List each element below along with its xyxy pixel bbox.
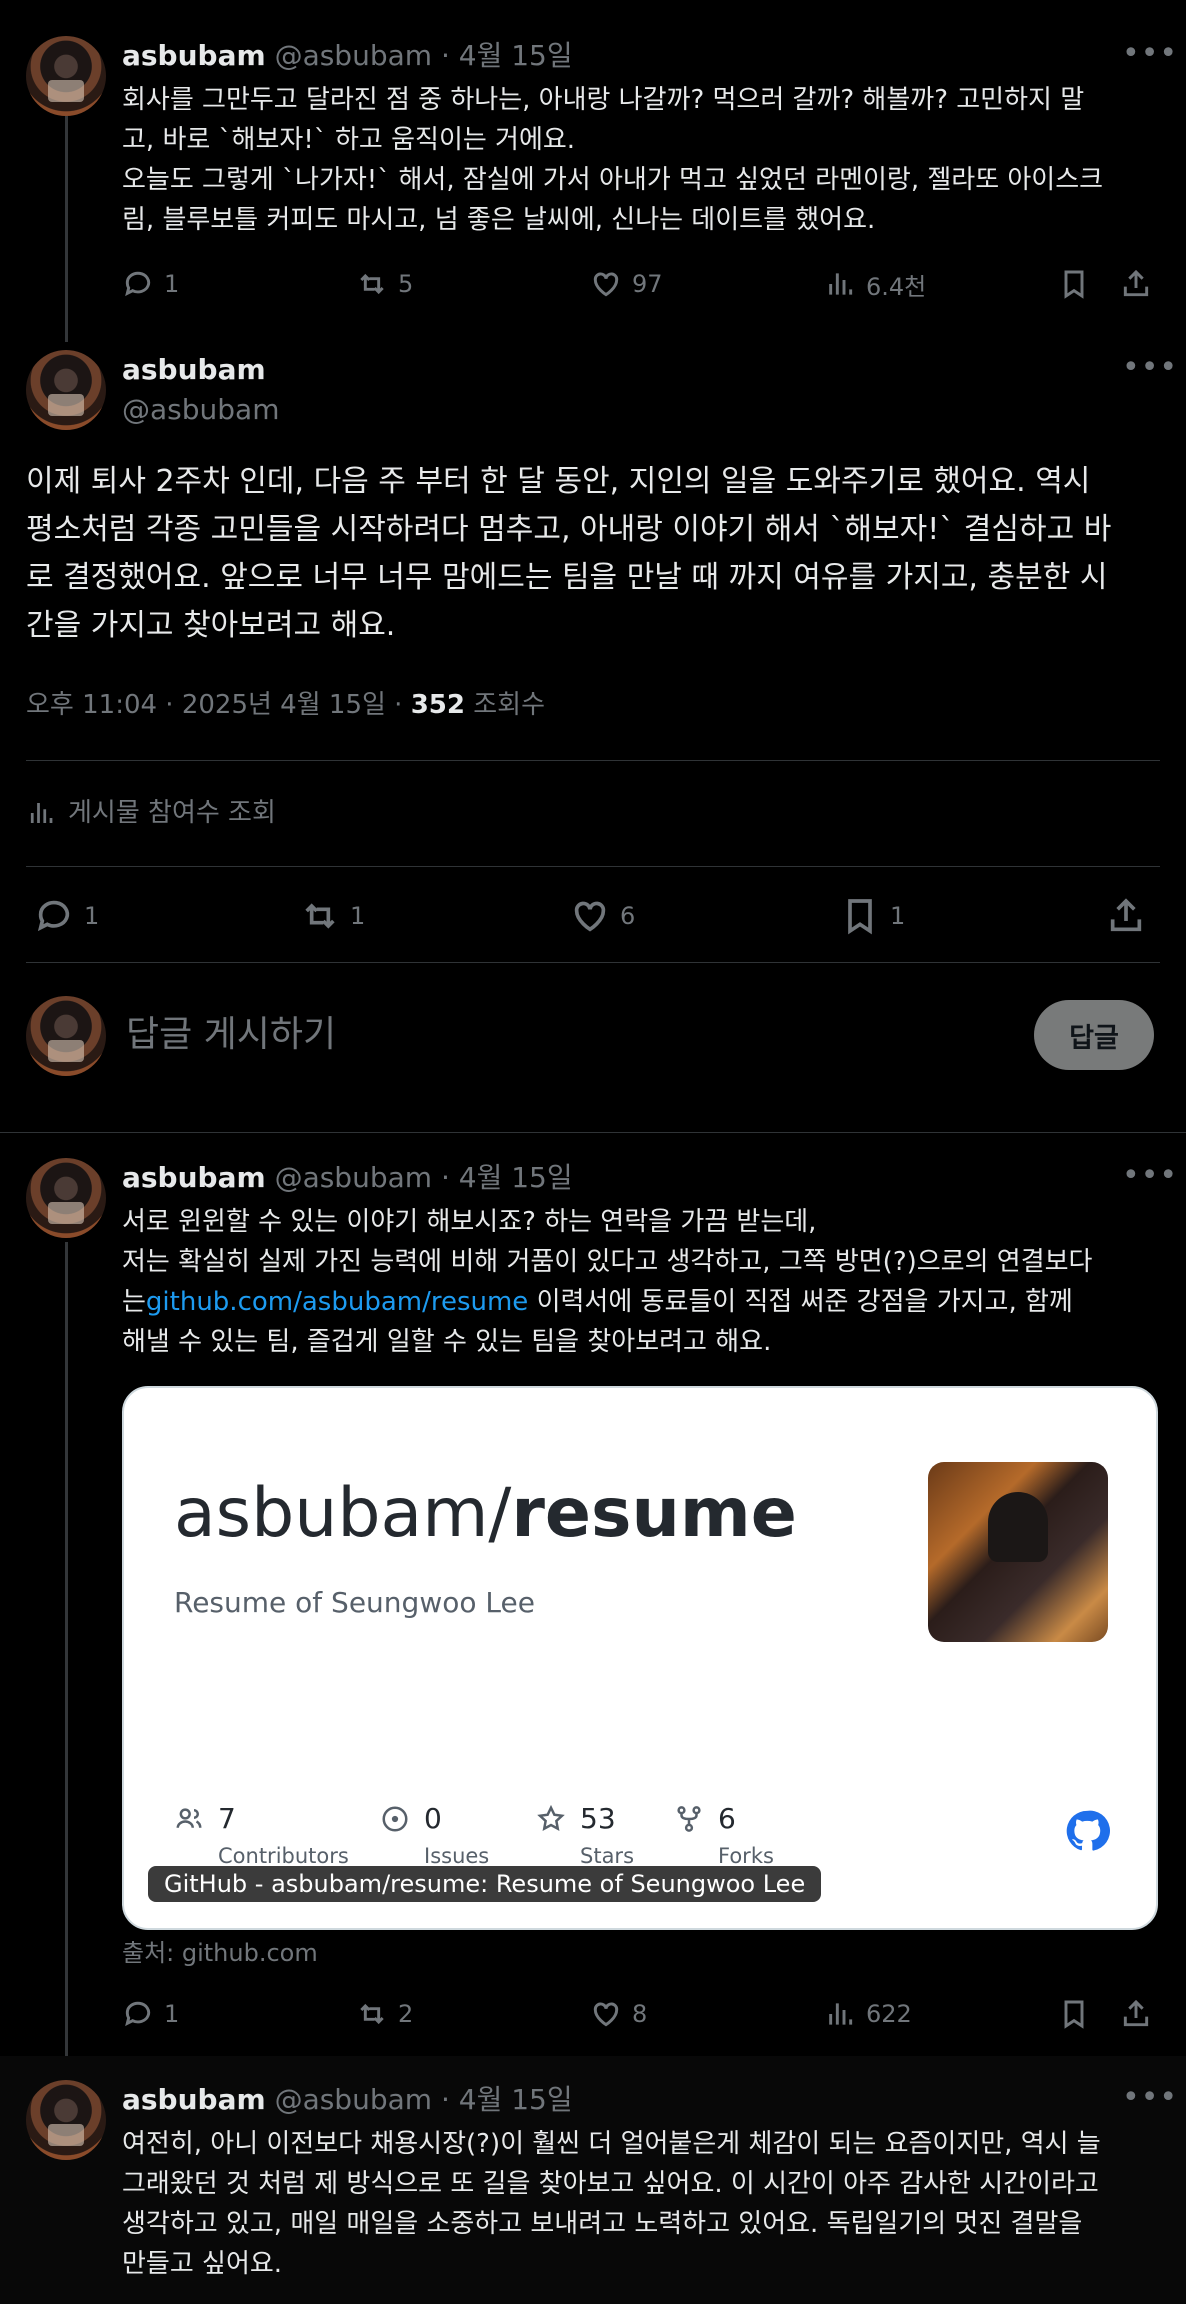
analytics-icon [829,2003,853,2025]
tweet-header: asbubam @asbubam · 4월 15일 [122,2080,573,2120]
avatar[interactable] [26,350,106,430]
section-divider [0,1132,1186,1133]
thread-line [65,116,68,342]
star-icon [537,1804,565,1831]
tweet-header: asbubam @asbubam · 4월 15일 [122,1158,573,1198]
view-count: 352 [410,690,465,720]
author-handle[interactable]: @asbubam [275,39,432,72]
retweet-icon [360,273,384,295]
people-icon [176,1808,202,1828]
bookmark-icon [1064,270,1084,299]
divider [26,962,1160,963]
reply-icon [125,271,151,297]
more-options-icon[interactable]: ••• [1122,39,1178,69]
issue-icon [382,1806,408,1832]
bookmark-icon [1064,2000,1084,2029]
more-options-icon[interactable]: ••• [1122,1161,1178,1191]
like-button[interactable]: 8 [590,1994,647,2034]
resume-link[interactable]: github.com/asbubam/resume [146,1287,528,1317]
reply-submit-button[interactable]: 답글 [1034,1000,1154,1070]
avatar [26,996,106,1076]
like-button[interactable]: 6 [570,896,635,936]
more-options-icon[interactable]: ••• [1122,2083,1178,2113]
share-icon [1110,898,1142,932]
retweet-button[interactable]: 1 [300,896,365,936]
tweet-date[interactable]: · 4월 15일 [441,39,573,72]
share-button[interactable] [1106,896,1146,936]
share-button[interactable] [1120,264,1152,304]
reply-button[interactable]: 1 [122,264,179,304]
author-handle[interactable]: @asbubam [275,1161,432,1194]
card-title: asbubam/resume [174,1474,797,1553]
heart-icon [593,2002,619,2027]
tweet-date[interactable]: · 4월 15일 [441,2083,573,2116]
divider [26,760,1160,761]
analytics-icon [30,803,53,823]
views-button[interactable]: 6.4천 [824,264,926,304]
analytics-icon [829,273,853,295]
retweet-icon [305,903,335,929]
reply-input[interactable]: 답글 게시하기 [126,1012,1006,1058]
bookmark-button[interactable]: 1 [840,896,905,936]
github-icon [1066,1810,1110,1851]
tweet-header: asbubam @asbubam · 4월 15일 [122,36,573,76]
post-engagements-link[interactable]: 게시물 참여수 조회 [26,796,276,830]
bookmark-button[interactable] [1058,1994,1090,2034]
views-button[interactable]: 622 [824,1994,912,2034]
thread-line [65,1242,68,2074]
heart-icon [574,901,606,932]
tweet-text: 회사를 그만두고 달라진 점 중 하나는, 아내랑 나갈까? 먹으러 갈까? 해… [122,85,1104,235]
avatar[interactable] [26,2080,106,2160]
tweet-actions: 1 1 6 1 [34,896,1154,940]
repo-owner-photo [928,1462,1108,1642]
bookmark-icon [848,899,872,935]
bookmark-button[interactable] [1058,264,1090,304]
author-name[interactable]: asbubam [122,39,266,72]
tweet-actions: 1 2 8 622 [122,1994,1162,2034]
retweet-icon [360,2003,384,2025]
reply-icon [37,900,70,932]
tweet-timestamp: 오후 11:04 · 2025년 4월 15일 · 352 조회수 [26,690,546,720]
author-name[interactable]: asbubam [122,350,266,390]
fork-icon [677,1806,701,1832]
divider [26,866,1160,867]
avatar[interactable] [26,1158,106,1238]
share-button[interactable] [1120,1994,1152,2034]
author-handle[interactable]: @asbubam [122,390,279,430]
tweet-text: 이제 퇴사 2주차 인데, 다음 주 부터 한 달 동안, 지인의 일을 도와주… [26,464,1112,643]
author-name[interactable]: asbubam [122,2083,266,2116]
retweet-button[interactable]: 5 [356,264,413,304]
heart-icon [593,272,619,297]
reply-button[interactable]: 1 [122,1994,179,2034]
like-button[interactable]: 97 [590,264,663,304]
avatar[interactable] [26,36,106,116]
card-caption: GitHub - asbubam/resume: Resume of Seung… [148,1866,822,1902]
tweet-text: 서로 윈윈할 수 있는 이야기 해보시죠? 하는 연락을 가끔 받는데, 저는 … [122,1207,1093,1357]
author-handle[interactable]: @asbubam [275,2083,432,2116]
share-icon [1123,269,1149,297]
link-source[interactable]: 출처: github.com [122,1936,318,1970]
reply-icon [125,2001,151,2027]
tweet-actions: 1 5 97 6.4천 [122,264,1162,304]
author-name[interactable]: asbubam [122,1161,266,1194]
tweet-date[interactable]: · 4월 15일 [441,1161,573,1194]
reply-button[interactable]: 1 [34,896,99,936]
share-icon [1123,1999,1149,2027]
retweet-button[interactable]: 2 [356,1994,413,2034]
tweet-text: 여전히, 아니 이전보다 채용시장(?)이 훨씬 더 얼어붙은게 체감이 되는 … [122,2129,1101,2279]
card-description: Resume of Seungwoo Lee [174,1586,535,1619]
more-options-icon[interactable]: ••• [1122,353,1178,383]
link-preview-card[interactable]: asbubam/resume Resume of Seungwoo Lee 7 … [122,1386,1158,1930]
